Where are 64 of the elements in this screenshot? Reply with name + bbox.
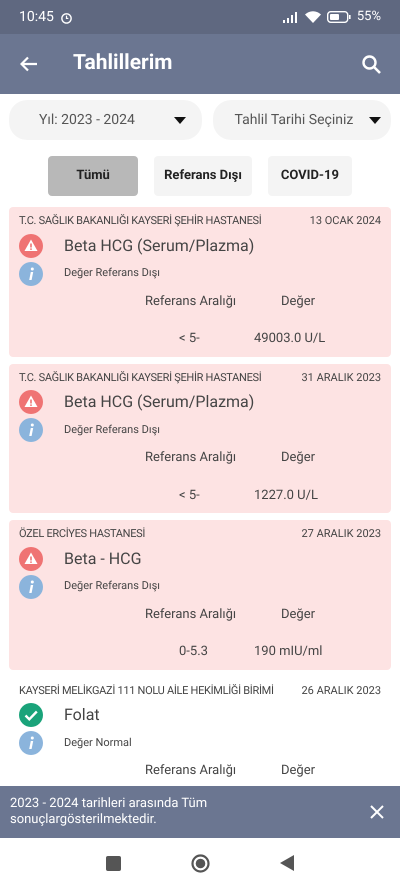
date-dropdown[interactable]: Tahlil Tarihi Seçiniz	[212, 100, 391, 140]
back-arrow-icon	[20, 56, 38, 72]
result-status: Değer Referans Dışı	[64, 578, 160, 594]
dropdown-caret-icon	[369, 116, 381, 124]
reference-range: 0-5.3	[179, 643, 209, 661]
warning-icon	[19, 234, 43, 258]
warning-icon	[19, 390, 43, 414]
info-icon	[19, 262, 43, 286]
hospital-name: ÖZEL ERCİYES HASTANESİ	[19, 526, 146, 542]
result-status: Değer Referans Dışı	[64, 422, 160, 438]
year-dropdown[interactable]: Yıl: 2023 - 2024	[9, 100, 202, 140]
result-status: Değer Normal	[64, 734, 132, 751]
column-header: Referans Aralığı	[145, 292, 238, 310]
info-icon	[19, 418, 43, 442]
column-header: Değer	[281, 606, 316, 624]
close-icon	[370, 805, 384, 819]
reference-range: < 5-	[179, 486, 201, 504]
column-header: Referans Aralığı	[145, 762, 238, 780]
hospital-name: T.C. SAĞLIK BAKANLIĞI KAYSERİ ŞEHİR HASTANESİ	[19, 370, 262, 386]
result-date: 13 OCAK 2024	[310, 213, 381, 229]
result-value: 190 mIU/ml	[254, 643, 322, 661]
hospital-name: KAYSERİ MELİKGAZİ 111 NOLU AİLE HEKİMLİĞİ BİRİMİ	[19, 682, 274, 698]
dropdown-caret-icon	[174, 116, 186, 124]
column-header: Referans Aralığı	[145, 449, 238, 467]
test-name: Beta - HCG	[64, 548, 142, 570]
status-time: 10:45	[19, 8, 54, 26]
result-date: 27 ARALIK 2023	[302, 526, 381, 542]
check-icon	[19, 703, 43, 727]
hospital-name: T.C. SAĞLIK BAKANLIĞI KAYSERİ ŞEHİR HASTANESİ	[19, 213, 262, 229]
warning-icon	[19, 546, 43, 570]
close-button[interactable]	[368, 803, 386, 821]
info-icon	[19, 731, 43, 755]
column-header: Değer	[281, 449, 316, 467]
search-icon	[362, 54, 380, 74]
snackbar-message: 2023 - 2024 tarihleri arasında Tüm sonuçlargösterilmektedir.	[10, 796, 208, 828]
search-button[interactable]	[360, 53, 382, 75]
test-name: Beta HCG (Serum/Plazma)	[64, 391, 254, 413]
signal-icon	[282, 12, 299, 22]
result-value: 49003.0 U/L	[254, 330, 326, 348]
filter-tab[interactable]: Referans Dışı	[154, 156, 252, 196]
result-card[interactable]: T.C. SAĞLIK BAKANLIĞI KAYSERİ ŞEHİR HASTANESİ 13 OCAK 2024 Beta HCG (Serum/Plazma) Değer Referans Dışı Referans Aralığı Değer < 5- 49003.0 U/L	[9, 207, 391, 356]
page-title: Tahlillerim	[73, 50, 172, 78]
battery-icon	[326, 11, 351, 23]
square-icon[interactable]	[106, 856, 121, 870]
column-header: Değer	[281, 292, 316, 310]
wifi-icon	[304, 11, 321, 23]
back-triangle-icon[interactable]	[280, 855, 294, 871]
home-circle-icon[interactable]	[191, 854, 210, 872]
reference-range: < 5-	[179, 330, 201, 348]
result-date: 31 ARALIK 2023	[302, 370, 381, 386]
result-date: 26 ARALIK 2023	[302, 682, 381, 698]
result-card[interactable]: T.C. SAĞLIK BAKANLIĞI KAYSERİ ŞEHİR HASTANESİ 31 ARALIK 2023 Beta HCG (Serum/Plazma) Değer Referans Dışı Referans Aralığı Değer < 5- 1227.0 U/L	[9, 364, 391, 513]
filter-tab[interactable]: COVID-19	[268, 156, 352, 196]
info-icon	[19, 574, 43, 598]
column-header: Değer	[281, 762, 316, 780]
filter-tab[interactable]: Tümü	[48, 156, 138, 196]
column-header: Referans Aralığı	[145, 606, 238, 624]
alarm-clock-icon	[60, 10, 73, 24]
result-card[interactable]: ÖZEL ERCİYES HASTANESİ 27 ARALIK 2023 Beta - HCG Değer Referans Dışı Referans Aralığı Değer 0-5.3 190 mIU/ml	[9, 520, 391, 670]
result-status: Değer Referans Dışı	[64, 265, 160, 282]
battery-level: 55%	[356, 8, 381, 26]
test-name: Beta HCG (Serum/Plazma)	[64, 234, 254, 256]
test-name: Folat	[64, 704, 100, 726]
result-value: 1227.0 U/L	[254, 486, 318, 504]
